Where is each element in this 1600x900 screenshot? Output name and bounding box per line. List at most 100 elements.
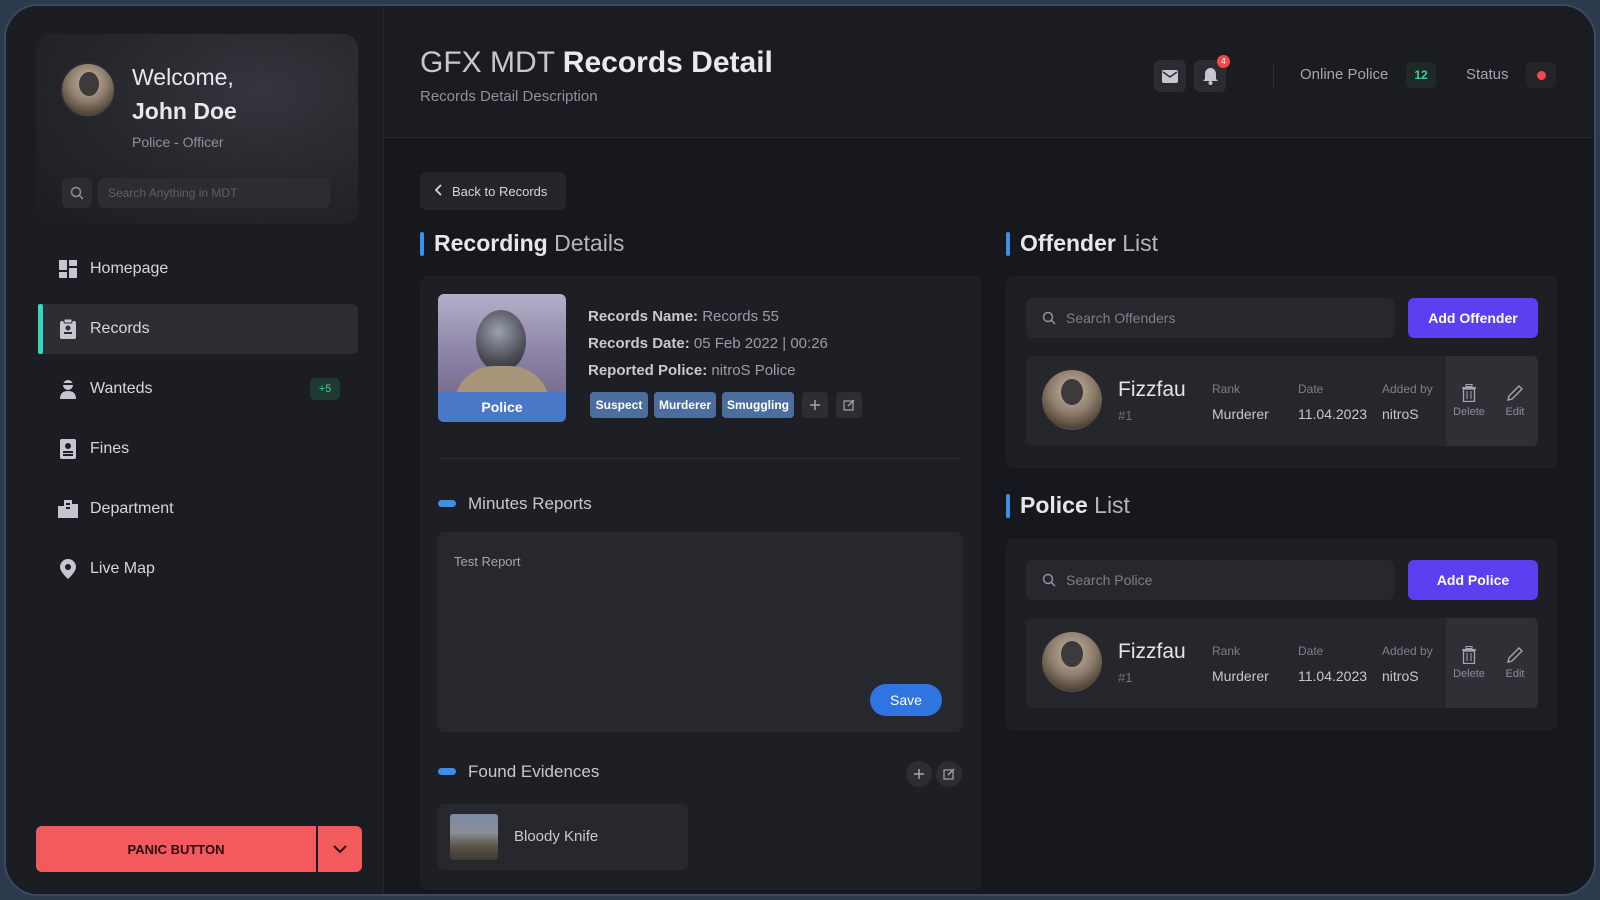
offender-number: #1	[1118, 408, 1133, 423]
trash-icon	[1462, 384, 1476, 402]
sidebar-item-wanteds[interactable]: Wanteds +5	[38, 364, 358, 414]
sidebar-item-fines[interactable]: Fines	[38, 424, 358, 474]
sidebar-item-department[interactable]: Department	[38, 484, 358, 534]
reported-police-label: Reported Police:	[588, 362, 708, 379]
online-police-label: Online Police	[1300, 66, 1389, 83]
add-police-button[interactable]: Add Police	[1408, 560, 1538, 600]
police-search[interactable]	[1026, 560, 1394, 600]
plus-icon	[810, 400, 820, 410]
added-by-value: nitroS	[1382, 668, 1419, 684]
record-name-line: Records Name: Records 55	[588, 308, 779, 325]
title-bold: Records Detail	[562, 46, 773, 79]
police-number: #1	[1118, 670, 1133, 685]
sidebar-item-label: Homepage	[90, 260, 169, 277]
photo-label: Police	[438, 392, 566, 422]
chevron-left-icon	[434, 183, 442, 199]
evidence-name: Bloody Knife	[514, 828, 599, 845]
plus-icon	[914, 769, 924, 779]
status-label: Status	[1466, 66, 1509, 83]
panic-button[interactable]: PANIC BUTTON	[36, 826, 316, 872]
search-icon[interactable]	[62, 178, 92, 208]
rank-value: Murderer	[1212, 406, 1269, 422]
page-subtitle: Records Detail Description	[420, 88, 598, 105]
sidebar-item-records[interactable]: Records	[38, 304, 358, 354]
back-label: Back to Records	[452, 183, 548, 199]
evidence-item[interactable]: Bloody Knife	[438, 804, 688, 870]
added-by-label: Added by	[1382, 382, 1433, 396]
added-by-value: nitroS	[1382, 406, 1419, 422]
sidebar-item-label: Wanteds	[90, 380, 153, 397]
notifications-button[interactable]: 4	[1194, 55, 1230, 92]
avatar	[1042, 632, 1102, 692]
header-divider	[1273, 62, 1274, 90]
user-role: Police - Officer	[132, 134, 224, 150]
search-icon	[1042, 311, 1056, 325]
edit-icon	[943, 768, 955, 780]
sidebar-item-label: Department	[90, 500, 174, 517]
edit-label: Edit	[1505, 406, 1525, 418]
page-title: GFX MDT Records Detail	[420, 46, 773, 80]
evidence-thumbnail	[450, 814, 498, 860]
minutes-reports-title: Minutes Reports	[438, 494, 592, 514]
sidebar-item-live-map[interactable]: Live Map	[38, 544, 358, 594]
police-search-input[interactable]	[1066, 572, 1366, 588]
trash-icon	[1462, 646, 1476, 664]
add-offender-button[interactable]: Add Offender	[1408, 298, 1538, 338]
tag-smuggling[interactable]: Smuggling	[722, 392, 794, 418]
panic-dropdown-button[interactable]	[318, 826, 362, 872]
reported-police-value: nitroS Police	[711, 362, 796, 379]
sidebar-item-label: Live Map	[90, 560, 155, 577]
tag-murderer[interactable]: Murderer	[654, 392, 716, 418]
record-date-value: 05 Feb 2022 | 00:26	[693, 335, 828, 352]
record-name-label: Records Name:	[588, 308, 699, 325]
recording-details-title: Recording Details	[420, 230, 624, 257]
person-icon	[58, 379, 78, 399]
add-evidence-button[interactable]	[906, 761, 932, 787]
sidebar-item-homepage[interactable]: Homepage	[38, 244, 358, 294]
messages-button[interactable]	[1154, 60, 1186, 92]
offender-search-input[interactable]	[1066, 310, 1366, 326]
police-name: Fizzfau	[1118, 640, 1186, 663]
save-report-button[interactable]: Save	[870, 684, 942, 716]
title-light: GFX MDT	[420, 46, 555, 79]
document-icon	[58, 439, 78, 459]
wanteds-count-badge: +5	[310, 378, 340, 400]
added-by-label: Added by	[1382, 644, 1433, 658]
title-bold: Recording	[434, 230, 548, 256]
title-light: List	[1094, 492, 1130, 518]
title-light: List	[1122, 230, 1159, 256]
rank-label: Rank	[1212, 382, 1241, 396]
found-evidences-title: Found Evidences	[438, 762, 599, 782]
add-tag-button[interactable]	[802, 392, 828, 418]
record-photo: Police	[438, 294, 566, 422]
avatar	[60, 62, 116, 118]
delete-police-button[interactable]: Delete	[1446, 618, 1492, 708]
back-to-records-button[interactable]: Back to Records	[420, 172, 566, 210]
clipboard-icon	[58, 319, 78, 339]
edit-tags-button[interactable]	[836, 392, 862, 418]
mdt-search-input[interactable]	[98, 178, 330, 208]
welcome-text: Welcome,	[132, 64, 234, 90]
edit-offender-button[interactable]: Edit	[1492, 356, 1538, 446]
police-card[interactable]: Fizzfau #1 Rank Murderer Date 11.04.2023…	[1026, 618, 1538, 708]
edit-icon	[843, 399, 855, 411]
delete-offender-button[interactable]: Delete	[1446, 356, 1492, 446]
map-pin-icon	[58, 559, 78, 579]
date-label: Date	[1298, 382, 1324, 396]
title-bold: Police	[1020, 492, 1088, 518]
status-dot	[1536, 70, 1546, 80]
edit-label: Edit	[1505, 668, 1525, 680]
pencil-icon	[1507, 647, 1523, 663]
sidebar: Welcome, John Doe Police - Officer Homep…	[6, 6, 384, 894]
offender-search[interactable]	[1026, 298, 1394, 338]
rank-value: Murderer	[1212, 668, 1269, 684]
status-indicator[interactable]	[1526, 62, 1556, 88]
date-value: 11.04.2023	[1298, 668, 1368, 684]
user-name: John Doe	[132, 98, 237, 124]
offender-name: Fizzfau	[1118, 378, 1186, 401]
offender-card[interactable]: Fizzfau #1 Rank Murderer Date 11.04.2023…	[1026, 356, 1538, 446]
details-divider	[438, 458, 962, 459]
edit-evidence-button[interactable]	[936, 761, 962, 787]
edit-police-button[interactable]: Edit	[1492, 618, 1538, 708]
tag-suspect[interactable]: Suspect	[590, 392, 648, 418]
